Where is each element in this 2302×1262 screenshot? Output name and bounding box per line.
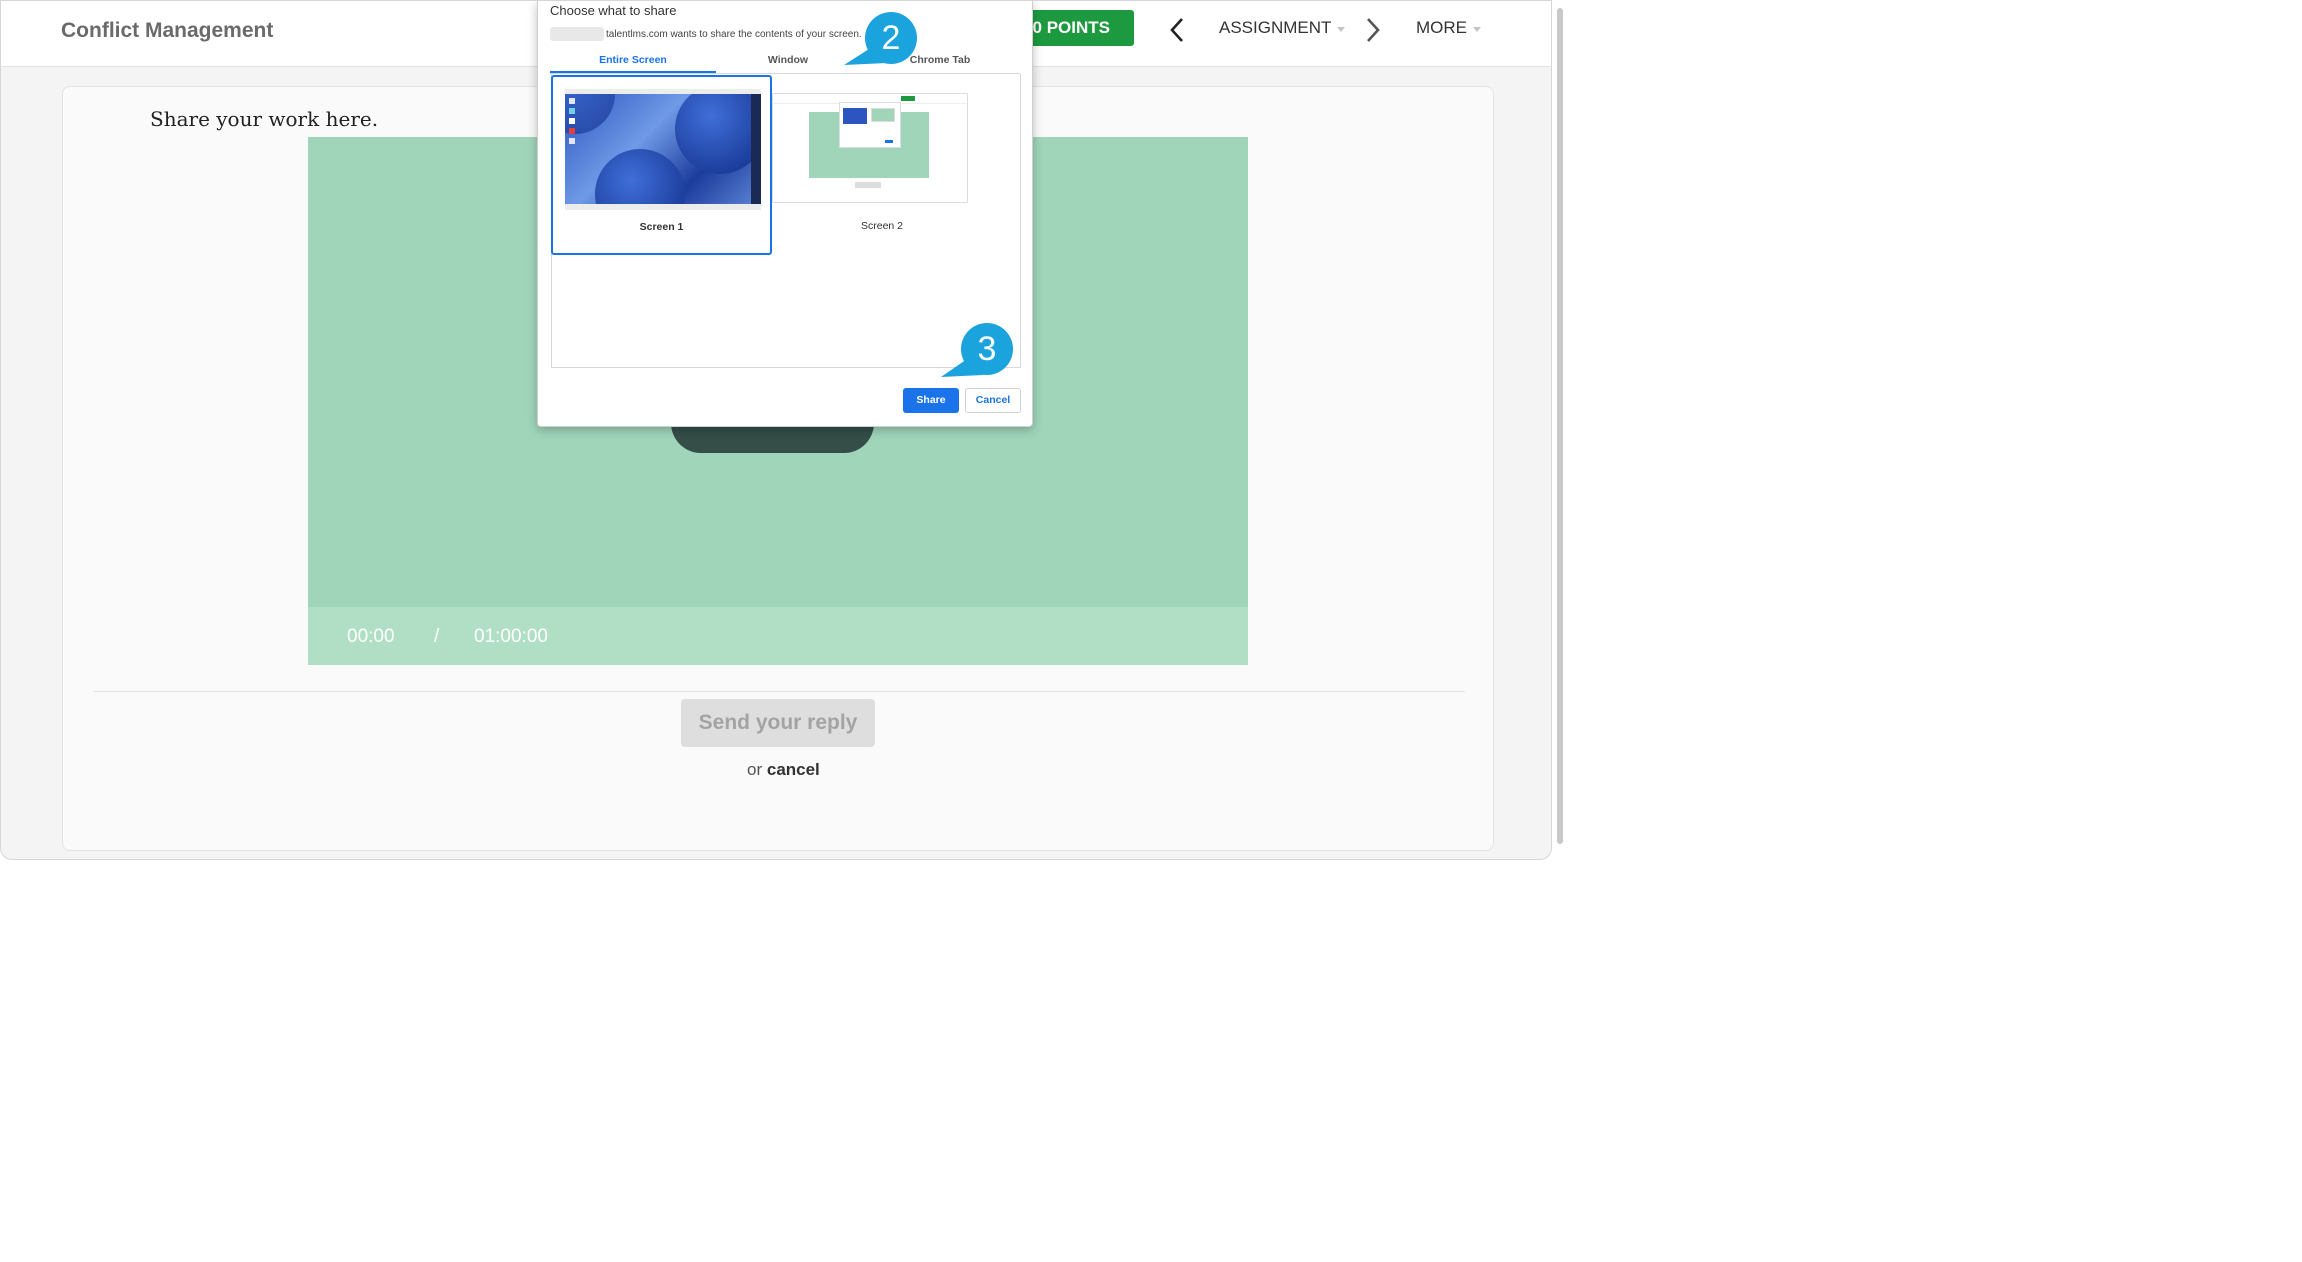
- cancel-link[interactable]: cancel: [767, 760, 820, 779]
- chevron-left-icon: [1170, 18, 1183, 42]
- source-screen-1-label: Screen 1: [639, 221, 684, 233]
- time-separator: /: [434, 626, 440, 647]
- dialog-cancel-button[interactable]: Cancel: [965, 388, 1021, 413]
- time-total: 01:00:00: [474, 626, 548, 647]
- callout-3-number: 3: [977, 330, 997, 368]
- time-current: 00:00: [347, 626, 395, 647]
- or-text: or: [747, 760, 763, 779]
- caret-down-icon: [1337, 26, 1346, 32]
- dialog-title: Choose what to share: [550, 3, 677, 18]
- recording-time-bar: 00:00 / 01:00:00: [308, 607, 1248, 665]
- screen-1-thumbnail: [565, 89, 761, 210]
- assignment-menu[interactable]: ASSIGNMENT: [1219, 18, 1346, 38]
- screen-2-thumbnail[interactable]: [772, 93, 968, 203]
- active-tab-indicator: [550, 71, 716, 73]
- source-screen-2-label: Screen 2: [860, 220, 904, 232]
- caret-down-icon: [1473, 26, 1481, 32]
- send-reply-button[interactable]: Send your reply: [681, 699, 875, 747]
- app-window: Conflict Management 90 POINTS ASSIGNMENT…: [0, 0, 1552, 860]
- previous-unit-button[interactable]: [1165, 15, 1189, 45]
- chevron-right-icon: [1367, 18, 1380, 42]
- share-button[interactable]: Share: [903, 388, 959, 413]
- source-screen-1[interactable]: Screen 1: [551, 75, 772, 255]
- more-menu[interactable]: MORE: [1416, 18, 1481, 38]
- scrollbar-thumb[interactable]: [1557, 8, 1563, 844]
- page-scrollbar[interactable]: [1553, 0, 1568, 860]
- share-heading: Share your work here.: [150, 107, 379, 131]
- more-menu-label: MORE: [1416, 18, 1467, 37]
- callout-2-number: 2: [881, 19, 901, 57]
- divider: [93, 691, 1465, 692]
- dialog-subtitle: talentlms.com wants to share the content…: [606, 28, 862, 40]
- course-title: Conflict Management: [61, 19, 274, 42]
- assignment-menu-label: ASSIGNMENT: [1219, 18, 1332, 37]
- callout-2: 2: [841, 11, 921, 71]
- next-unit-button[interactable]: [1361, 15, 1385, 45]
- or-cancel-row: or cancel: [747, 760, 820, 780]
- dialog-subtitle-row: talentlms.com wants to share the content…: [550, 27, 862, 41]
- callout-3: 3: [939, 321, 1019, 381]
- redacted-url: [550, 27, 604, 41]
